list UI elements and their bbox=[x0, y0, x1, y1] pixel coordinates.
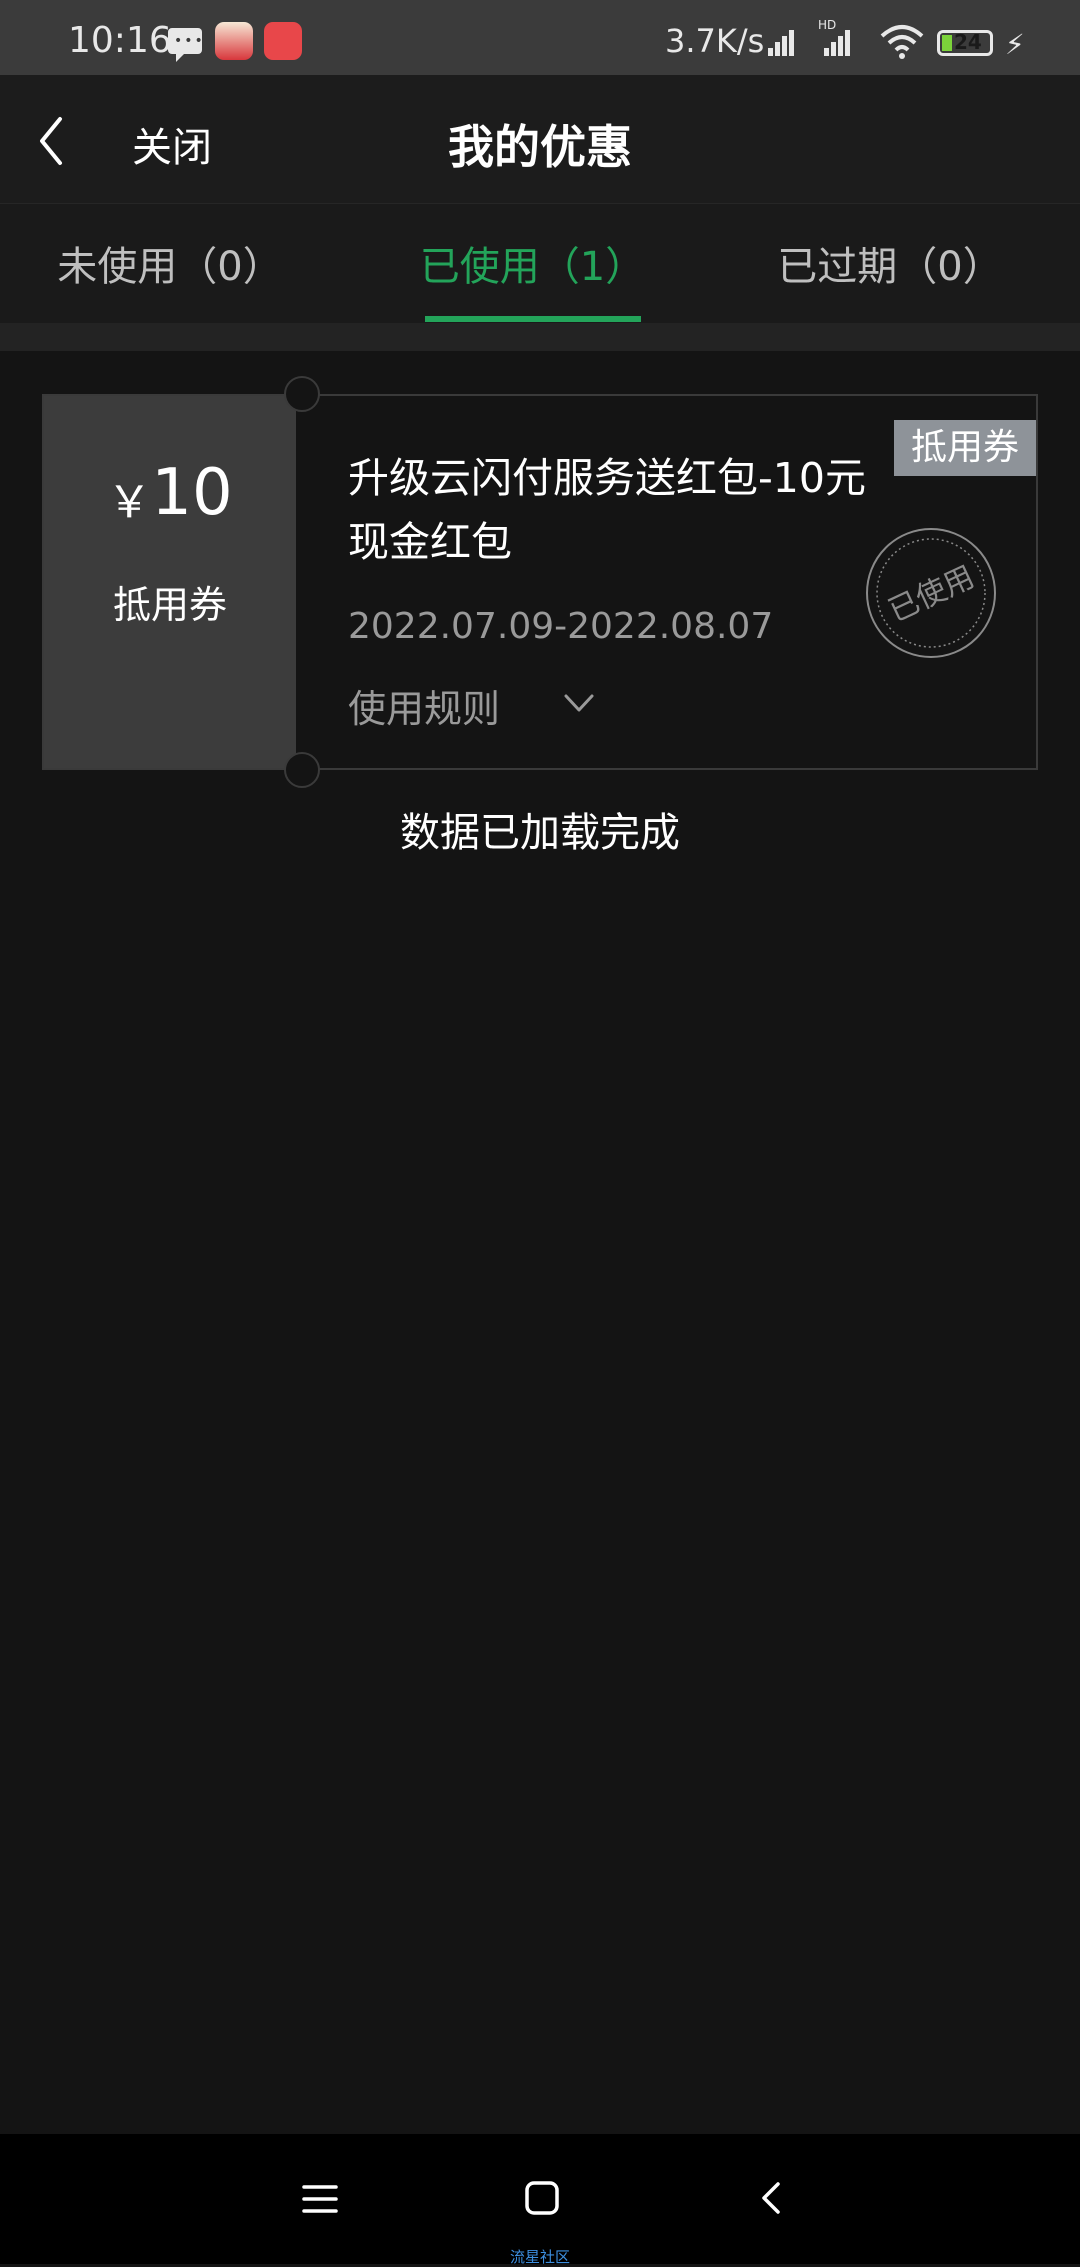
used-stamp-icon: 已使用 bbox=[866, 528, 996, 658]
network-speed: 3.7K/s bbox=[665, 22, 765, 60]
ticket-notch bbox=[284, 376, 320, 412]
coupon-tabs: 未使用（0） 已使用（1） 已过期（0） bbox=[0, 203, 1080, 324]
currency-symbol: ￥ bbox=[107, 477, 152, 528]
active-tab-indicator bbox=[425, 316, 641, 322]
tab-unused[interactable]: 未使用（0） bbox=[0, 234, 340, 292]
back-icon[interactable] bbox=[752, 2178, 792, 2218]
wifi-icon bbox=[880, 25, 924, 59]
battery-icon: 24 bbox=[937, 30, 993, 56]
signal-icon bbox=[768, 30, 796, 60]
charging-icon: ⚡ bbox=[1005, 28, 1025, 61]
system-nav-bar: 流星社区 bbox=[0, 2134, 1080, 2266]
menu-icon[interactable] bbox=[300, 2182, 340, 2216]
coupon-card[interactable]: ￥10 抵用券 升级云闪付服务送红包-10元现金红包 2022.07.09-20… bbox=[42, 376, 1038, 788]
tab-used[interactable]: 已使用（1） bbox=[370, 234, 695, 292]
coupon-validity: 2022.07.09-2022.08.07 bbox=[348, 606, 774, 647]
ticket-notch bbox=[284, 752, 320, 788]
usage-rules-toggle[interactable]: 使用规则 bbox=[348, 678, 500, 733]
status-time: 10:16 bbox=[68, 20, 172, 61]
signal-icon bbox=[824, 30, 852, 60]
app-icon bbox=[264, 22, 302, 60]
coupon-title: 升级云闪付服务送红包-10元现金红包 bbox=[348, 454, 866, 566]
divider bbox=[0, 323, 1080, 351]
app-icon bbox=[215, 22, 253, 60]
battery-level: 24 bbox=[954, 30, 982, 54]
tab-expired[interactable]: 已过期（0） bbox=[720, 234, 1060, 292]
chevron-down-icon[interactable] bbox=[562, 686, 596, 720]
page-title: 我的优惠 bbox=[448, 120, 632, 174]
home-icon[interactable] bbox=[524, 2180, 560, 2216]
coupon-badge: 抵用券 bbox=[894, 420, 1036, 476]
coupon-value-panel: ￥10 抵用券 bbox=[44, 396, 296, 768]
coupon-type: 抵用券 bbox=[112, 583, 227, 627]
navigation-header: 关闭 我的优惠 bbox=[0, 75, 1080, 203]
load-complete-text: 数据已加载完成 bbox=[400, 810, 680, 856]
coupon-amount: ￥10 bbox=[44, 456, 296, 530]
amount-value: 10 bbox=[151, 456, 233, 530]
status-bar: 10:16 ••• 3.7K/s HD 24 ⚡ bbox=[0, 0, 1080, 75]
message-icon: ••• bbox=[168, 28, 203, 62]
stamp-text: 已使用 bbox=[883, 559, 979, 629]
